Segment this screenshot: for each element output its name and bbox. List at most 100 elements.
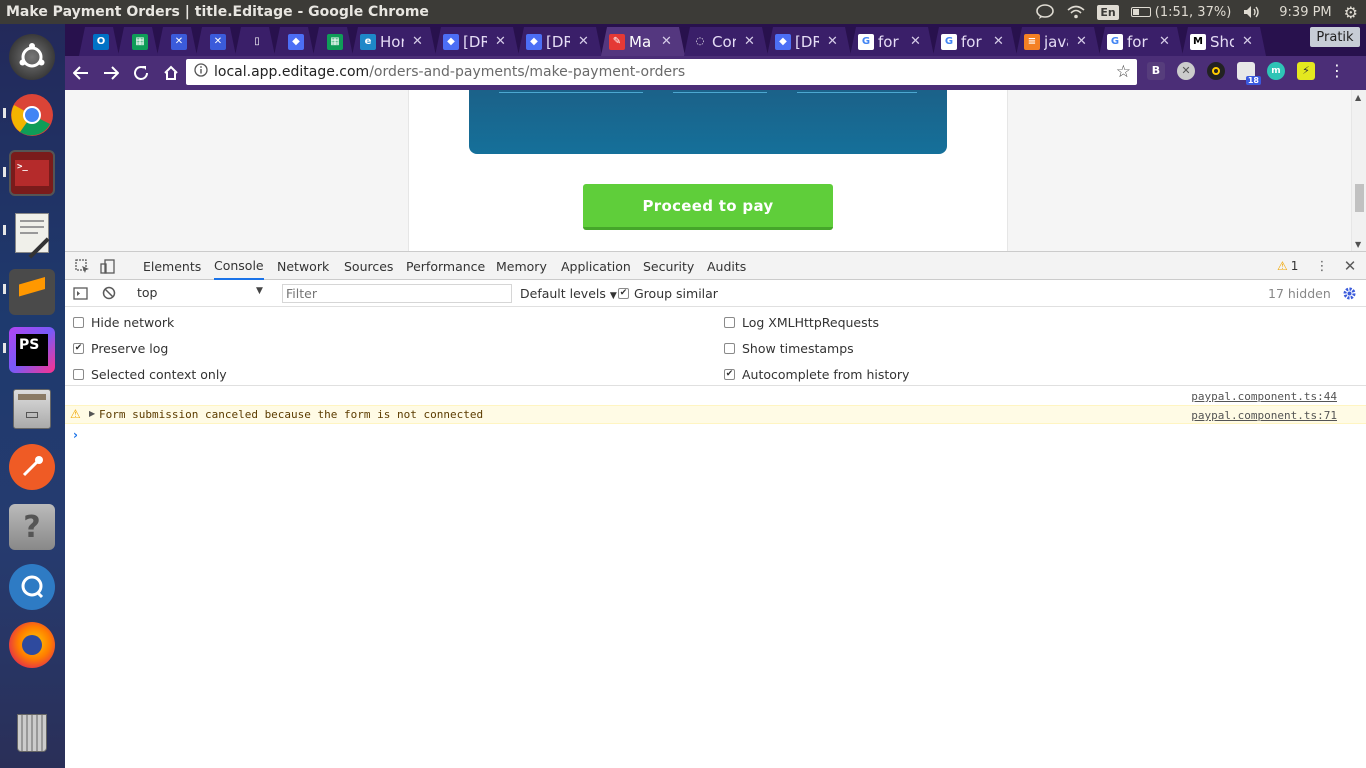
ghost-extension-icon[interactable]: ✕ bbox=[1177, 61, 1195, 80]
tab-close-icon[interactable]: ✕ bbox=[993, 34, 1004, 49]
console-filter-input[interactable] bbox=[282, 284, 512, 303]
page-scrollbar[interactable]: ▲ ▼ bbox=[1351, 90, 1366, 251]
battery-indicator[interactable]: (1:51, 37%) bbox=[1130, 5, 1231, 20]
chrome-icon[interactable] bbox=[9, 92, 55, 138]
browser-tab[interactable]: ◆ [DR ✕ bbox=[518, 27, 602, 56]
proceed-to-pay-button[interactable]: Proceed to pay bbox=[583, 184, 833, 230]
browser-tab[interactable]: ▦ bbox=[118, 27, 158, 56]
quassel-icon[interactable] bbox=[9, 564, 55, 610]
log-levels-dropdown[interactable]: Default levels ▼ bbox=[520, 286, 617, 301]
source-link[interactable]: paypal.component.ts:44 bbox=[1191, 390, 1337, 403]
warning-counter[interactable]: ⚠ 1 bbox=[1277, 252, 1298, 280]
scroll-down-icon[interactable]: ▼ bbox=[1355, 240, 1361, 249]
browser-tab[interactable]: e Hor ✕ bbox=[352, 27, 436, 56]
close-devtools-icon[interactable]: ✕ bbox=[1342, 257, 1358, 275]
trash-icon[interactable] bbox=[9, 710, 55, 756]
scrollbar-thumb[interactable] bbox=[1355, 184, 1364, 212]
devtools-tab-network[interactable]: Network bbox=[277, 252, 329, 280]
tab-close-icon[interactable]: ✕ bbox=[661, 34, 672, 49]
expand-triangle-icon[interactable]: ▶ bbox=[89, 409, 95, 418]
browser-tab[interactable]: ◌ Cor ✕ bbox=[684, 27, 768, 56]
tab-active[interactable]: ✎ Ma ✕ bbox=[601, 27, 685, 56]
context-selector[interactable]: top bbox=[137, 285, 267, 300]
browser-tab[interactable]: ▦ bbox=[313, 27, 353, 56]
inspect-element-icon[interactable] bbox=[74, 258, 90, 274]
setting-autocomplete-from-history[interactable]: ✔ Autocomplete from history bbox=[724, 367, 909, 382]
clock[interactable]: 9:39 PM bbox=[1279, 5, 1331, 20]
setting-checkbox[interactable] bbox=[73, 369, 84, 380]
devtools-tab-sources[interactable]: Sources bbox=[344, 252, 393, 280]
text-editor-icon[interactable] bbox=[9, 210, 55, 259]
tab-close-icon[interactable]: ✕ bbox=[412, 34, 423, 49]
tab-close-icon[interactable]: ✕ bbox=[578, 34, 589, 49]
tabs-extension-icon[interactable]: 18 bbox=[1237, 61, 1261, 85]
browser-tab[interactable]: Gfor ✕ bbox=[933, 27, 1017, 56]
tab-close-icon[interactable]: ✕ bbox=[744, 34, 755, 49]
devtools-tab-performance[interactable]: Performance bbox=[406, 252, 485, 280]
system-gear-icon[interactable]: ⚙ bbox=[1344, 3, 1358, 22]
browser-tab[interactable]: ≡java ✕ bbox=[1016, 27, 1100, 56]
setting-log-xmlhttprequests[interactable]: Log XMLHttpRequests bbox=[724, 315, 879, 330]
home-icon[interactable] bbox=[157, 59, 185, 87]
tab-close-icon[interactable]: ✕ bbox=[1242, 34, 1253, 49]
clear-console-icon[interactable] bbox=[101, 285, 117, 301]
terminal-icon[interactable]: >_ bbox=[9, 150, 55, 196]
browser-tab[interactable]: ✕ bbox=[157, 27, 197, 56]
device-toolbar-icon[interactable] bbox=[99, 258, 115, 274]
devtools-menu-icon[interactable]: ⋮ bbox=[1314, 258, 1330, 274]
browser-tab[interactable]: ◆ bbox=[274, 27, 314, 56]
phpstorm-icon[interactable]: PS bbox=[9, 327, 55, 373]
keyboard-layout-indicator[interactable]: En bbox=[1097, 4, 1119, 20]
setting-checkbox[interactable] bbox=[724, 317, 735, 328]
browser-tab[interactable]: ◆ [DR ✕ bbox=[767, 27, 851, 56]
devtools-tab-audits[interactable]: Audits bbox=[707, 252, 746, 280]
files-icon[interactable] bbox=[9, 386, 55, 432]
tab-close-icon[interactable]: ✕ bbox=[827, 34, 838, 49]
setting-checkbox[interactable] bbox=[73, 317, 84, 328]
browser-tab[interactable]: ✕ bbox=[196, 27, 236, 56]
back-icon[interactable] bbox=[67, 59, 95, 87]
sublime-text-icon[interactable] bbox=[9, 269, 55, 315]
console-sidebar-icon[interactable] bbox=[72, 285, 88, 301]
site-info-icon[interactable] bbox=[194, 63, 208, 81]
setting-checkbox[interactable] bbox=[724, 343, 735, 354]
browser-tab[interactable]: ▯ bbox=[235, 27, 275, 56]
devtools-tab-security[interactable]: Security bbox=[643, 252, 694, 280]
devtools-tab-console[interactable]: Console bbox=[214, 252, 264, 280]
devtools-tab-memory[interactable]: Memory bbox=[496, 252, 547, 280]
source-link[interactable]: paypal.component.ts:71 bbox=[1191, 409, 1337, 422]
wifi-icon[interactable] bbox=[1067, 5, 1085, 19]
tab-close-icon[interactable]: ✕ bbox=[495, 34, 506, 49]
ubuntu-dash-icon[interactable] bbox=[9, 34, 55, 80]
lightning-extension-icon[interactable]: ⚡ bbox=[1297, 61, 1315, 80]
postman-icon[interactable] bbox=[9, 444, 55, 490]
scroll-up-icon[interactable]: ▲ bbox=[1355, 93, 1361, 102]
browser-tab[interactable]: Gfor ✕ bbox=[1099, 27, 1183, 56]
chrome-menu-icon[interactable]: ⋮ bbox=[1329, 61, 1345, 80]
setting-show-timestamps[interactable]: Show timestamps bbox=[724, 341, 854, 356]
reload-icon[interactable] bbox=[127, 59, 155, 87]
tab-close-icon[interactable]: ✕ bbox=[1159, 34, 1170, 49]
group-similar-checkbox[interactable]: ✔ bbox=[618, 288, 629, 299]
devtools-tab-application[interactable]: Application bbox=[561, 252, 631, 280]
help-icon[interactable]: ? bbox=[9, 504, 55, 550]
bootstrap-extension-icon[interactable]: B bbox=[1147, 61, 1165, 80]
setting-selected-context-only[interactable]: Selected context only bbox=[73, 367, 227, 382]
bookmark-star-icon[interactable]: ☆ bbox=[1116, 62, 1131, 82]
browser-tab[interactable]: ◆ [DR ✕ bbox=[435, 27, 519, 56]
firefox-icon[interactable] bbox=[9, 622, 55, 668]
forward-icon[interactable] bbox=[97, 59, 125, 87]
camera-extension-icon[interactable] bbox=[1207, 61, 1225, 80]
browser-tab[interactable]: M Sho ✕ bbox=[1182, 27, 1266, 56]
m-extension-icon[interactable]: m bbox=[1267, 61, 1285, 80]
browser-tab[interactable]: O bbox=[79, 27, 119, 56]
setting-hide-network[interactable]: Hide network bbox=[73, 315, 174, 330]
setting-checkbox[interactable]: ✔ bbox=[724, 369, 735, 380]
console-settings-gear-icon[interactable] bbox=[1341, 285, 1357, 301]
setting-preserve-log[interactable]: ✔ Preserve log bbox=[73, 341, 168, 356]
address-bar[interactable]: local.app.editage.com/orders-and-payment… bbox=[186, 59, 1137, 85]
devtools-tab-elements[interactable]: Elements bbox=[143, 252, 201, 280]
context-dropdown-icon[interactable]: ▼ bbox=[256, 286, 263, 296]
profile-button[interactable]: Pratik bbox=[1310, 27, 1360, 47]
console-prompt-icon[interactable]: › bbox=[73, 428, 78, 442]
